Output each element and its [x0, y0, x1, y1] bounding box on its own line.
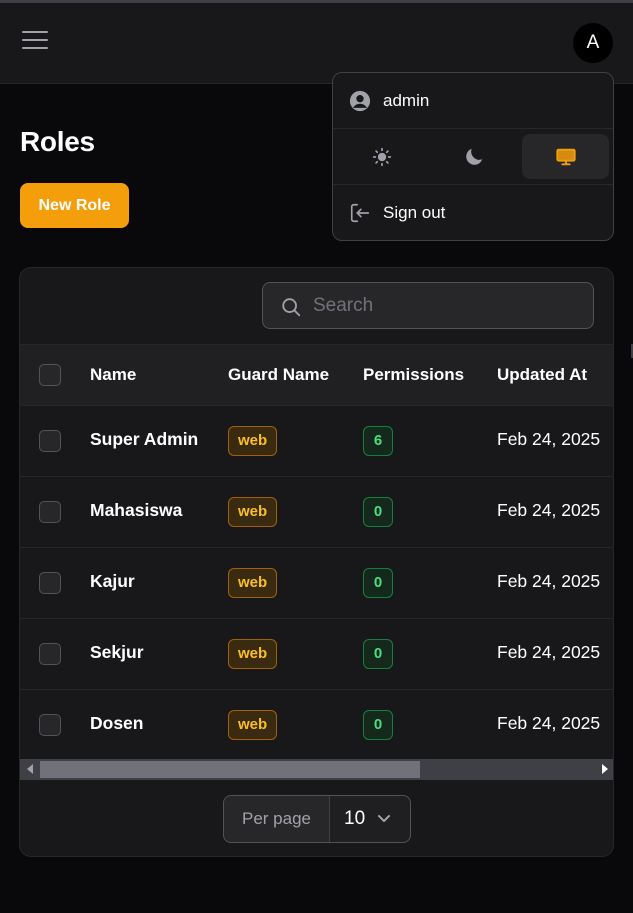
column-header-guard-name[interactable]: Guard Name: [228, 365, 329, 385]
per-page-label: Per page: [224, 796, 330, 842]
guard-badge: web: [228, 497, 278, 527]
role-name: Kajur: [90, 571, 135, 591]
hamburger-menu-icon[interactable]: [22, 31, 48, 55]
page-title: Roles: [20, 126, 95, 157]
updated-at-value: Feb 24, 2025: [497, 571, 601, 591]
system-theme-button[interactable]: [522, 134, 609, 179]
row-checkbox[interactable]: [39, 501, 61, 523]
per-page-value[interactable]: 10: [344, 808, 365, 830]
search-input[interactable]: [313, 283, 583, 328]
guard-badge: web: [228, 639, 278, 669]
permissions-count-badge: 0: [363, 710, 393, 740]
user-avatar[interactable]: A: [573, 23, 613, 63]
scroll-left-arrow-icon[interactable]: [27, 764, 33, 774]
sun-icon: [372, 147, 391, 166]
permissions-count-badge: 0: [363, 568, 393, 598]
sign-out-button[interactable]: Sign out: [333, 185, 613, 240]
select-all-checkbox[interactable]: [39, 364, 61, 386]
updated-at-value: Feb 24, 2025: [497, 500, 601, 520]
theme-switcher: [333, 129, 613, 185]
moon-icon: [465, 148, 482, 165]
monitor-icon: [555, 148, 576, 165]
permissions-count-badge: 0: [363, 639, 393, 669]
user-circle-icon: [349, 90, 371, 112]
table-header: Name Guard Name Permissions Updated At: [20, 344, 613, 406]
permissions-count-badge: 0: [363, 497, 393, 527]
table-row[interactable]: Dosen web 0 Feb 24, 2025: [20, 690, 613, 761]
role-name: Mahasiswa: [90, 500, 183, 520]
table-row[interactable]: Sekjur web 0 Feb 24, 2025: [20, 619, 613, 690]
column-header-permissions[interactable]: Permissions: [363, 365, 464, 385]
row-checkbox[interactable]: [39, 643, 61, 665]
guard-badge: web: [228, 426, 278, 456]
updated-at-value: Feb 24, 2025: [497, 713, 601, 733]
light-theme-button[interactable]: [338, 134, 425, 179]
scroll-right-arrow-icon[interactable]: [602, 764, 608, 774]
guard-badge: web: [228, 710, 278, 740]
table-row[interactable]: Mahasiswa web 0 Feb 24, 2025: [20, 477, 613, 548]
dark-theme-button[interactable]: [430, 134, 517, 179]
guard-badge: web: [228, 568, 278, 598]
scrollbar-thumb[interactable]: [40, 761, 420, 778]
per-page-selector[interactable]: Per page 10: [223, 795, 411, 843]
table-row[interactable]: Kajur web 0 Feb 24, 2025: [20, 548, 613, 619]
user-menu-header: admin: [333, 73, 613, 129]
permissions-count-badge: 6: [363, 426, 393, 456]
username-label: admin: [383, 91, 430, 110]
row-checkbox[interactable]: [39, 572, 61, 594]
horizontal-scrollbar[interactable]: [20, 759, 613, 780]
row-checkbox[interactable]: [39, 714, 61, 736]
column-header-name[interactable]: Name: [90, 365, 136, 385]
updated-at-value: Feb 24, 2025: [497, 429, 601, 449]
sign-out-label: Sign out: [383, 203, 446, 222]
column-header-updated-at[interactable]: Updated At: [497, 365, 587, 385]
role-name: Dosen: [90, 713, 144, 733]
table-row[interactable]: Super Admin web 6 Feb 24, 2025: [20, 406, 613, 477]
role-name: Sekjur: [90, 642, 144, 662]
new-role-button[interactable]: New Role: [20, 183, 129, 228]
chevron-down-icon[interactable]: [376, 813, 392, 825]
updated-at-value: Feb 24, 2025: [497, 642, 601, 662]
user-dropdown-menu: admin Sign out: [332, 72, 614, 241]
search-field[interactable]: [262, 282, 594, 329]
role-name: Super Admin: [90, 429, 199, 449]
row-checkbox[interactable]: [39, 430, 61, 452]
search-icon: [282, 298, 301, 317]
roles-table-card: Name Guard Name Permissions Updated At S…: [19, 267, 614, 857]
sign-out-icon: [350, 203, 370, 223]
